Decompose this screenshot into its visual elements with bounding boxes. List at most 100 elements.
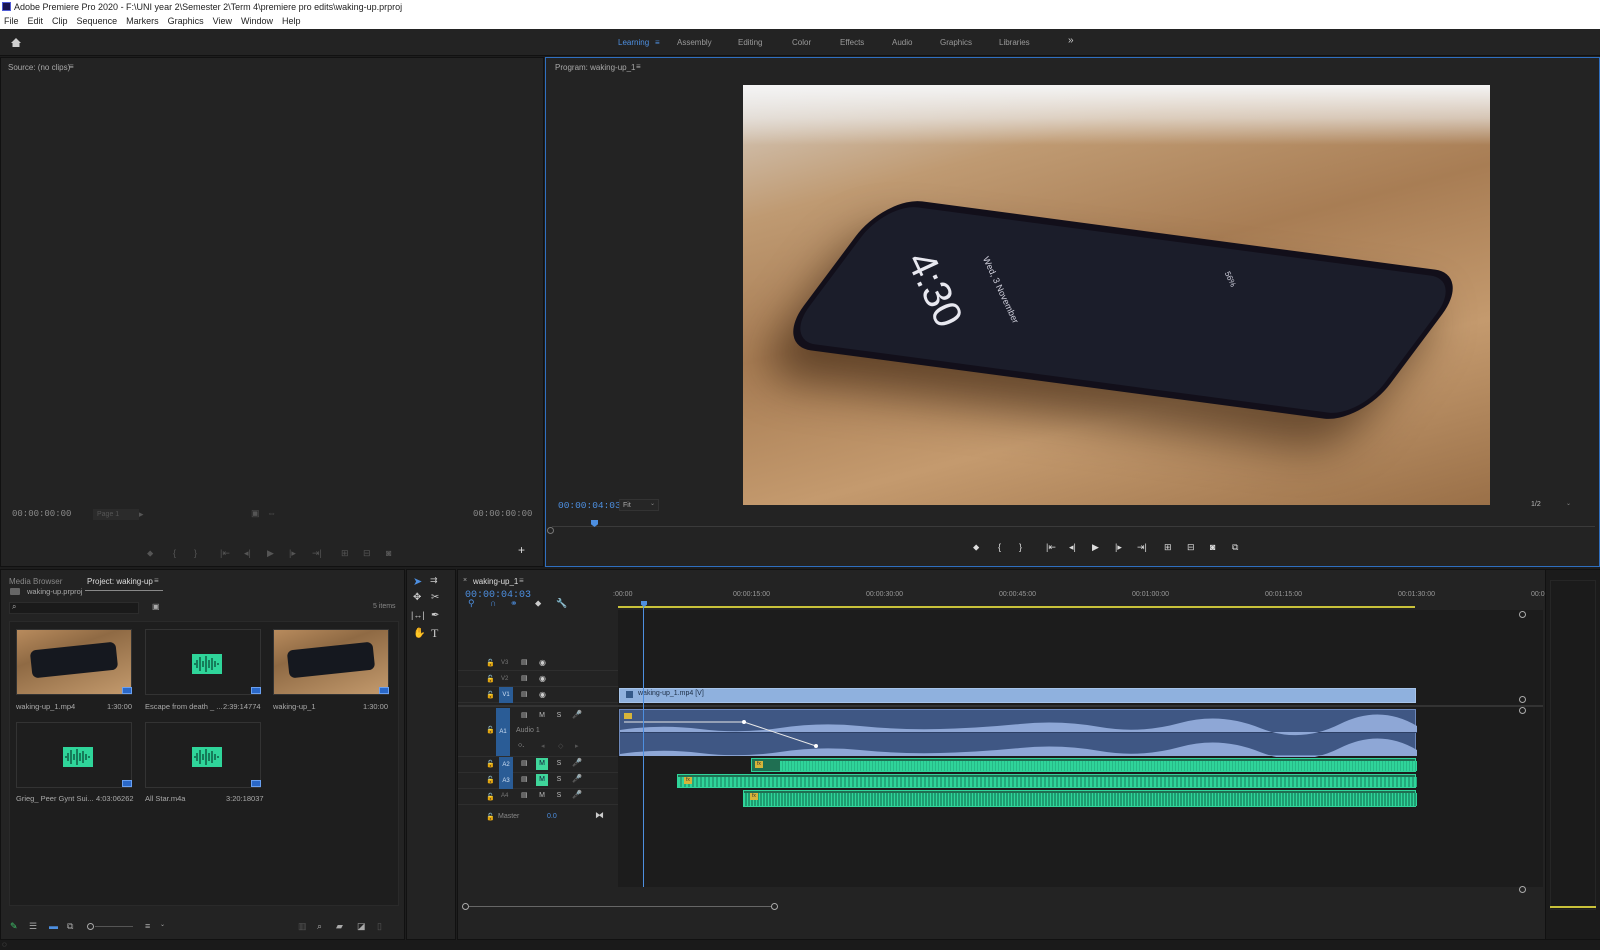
step-back-icon[interactable]: ◂| (1069, 542, 1076, 552)
source-panel-menu-icon[interactable]: ≡ (69, 62, 74, 71)
selection-tool-icon[interactable]: ➤ (413, 575, 422, 588)
voiceover-mic-icon[interactable]: 🎤 (572, 758, 582, 767)
mark-out-icon[interactable]: } (1019, 542, 1022, 552)
timeline-close-icon[interactable]: × (463, 577, 467, 584)
hand-tool-icon[interactable]: ✋ (413, 628, 425, 639)
program-panel-menu-icon[interactable]: ≡ (636, 62, 641, 71)
comparison-view-icon[interactable]: ⧉ (1232, 542, 1238, 552)
video-audio-divider[interactable] (458, 705, 1543, 707)
prev-keyframe-icon[interactable]: ◂ (541, 742, 545, 750)
lock-icon[interactable]: 🔓 (486, 691, 495, 699)
program-timecode[interactable]: 00:00:04:03 (558, 500, 621, 511)
workspace-tab-audio[interactable]: Audio (892, 38, 912, 47)
menu-clip[interactable]: Clip (52, 14, 68, 29)
vertical-scroll-handle[interactable] (1519, 696, 1526, 703)
timeline-horizontal-scrollbar[interactable] (469, 906, 771, 907)
add-marker-icon[interactable]: ⬥ (535, 598, 541, 608)
more-workspaces-icon[interactable]: » (1068, 35, 1074, 46)
pencil-write-icon[interactable]: ✎ (10, 921, 18, 932)
clear-icon[interactable]: ▯ (377, 921, 382, 932)
source-page-select[interactable]: Page 1 (93, 509, 139, 520)
menu-graphics[interactable]: Graphics (168, 14, 204, 29)
workspace-tab-color[interactable]: Color (792, 38, 811, 47)
razor-tool-icon[interactable]: ✂ (431, 592, 439, 603)
project-search-input[interactable] (9, 602, 139, 614)
tab-media-browser[interactable]: Media Browser (9, 577, 62, 586)
list-view-icon[interactable]: ☰ (29, 921, 37, 932)
go-to-in-icon[interactable]: |⇤ (1046, 542, 1056, 552)
export-frame-icon[interactable]: ◙ (1210, 542, 1215, 552)
source-overwrite-icon[interactable]: ⊟ (363, 548, 371, 558)
source-mark-in-icon[interactable]: { (173, 548, 176, 558)
linked-selection-icon[interactable]: ⚭ (510, 598, 518, 608)
step-forward-icon[interactable]: |▸ (1115, 542, 1122, 552)
nest-icon[interactable]: ⚲ (468, 598, 475, 608)
track-label-a1[interactable]: A1 (496, 708, 510, 756)
extract-icon[interactable]: ⊟ (1187, 542, 1195, 552)
ripple-edit-tool-icon[interactable]: ✥ (413, 592, 421, 603)
program-scrub-bar[interactable] (552, 526, 1595, 527)
audio-clip-a1[interactable] (619, 709, 1417, 757)
lift-icon[interactable]: ⊞ (1164, 542, 1172, 552)
timeline-playhead-line[interactable] (643, 607, 644, 887)
workspace-tab-libraries[interactable]: Libraries (999, 38, 1030, 47)
keyframe-icon[interactable]: ○. (518, 742, 524, 749)
master-volume-value[interactable]: 0.0 (547, 813, 557, 820)
track-label-a3[interactable]: A3 (499, 773, 513, 789)
audio-clip-a2[interactable]: fx (751, 758, 1417, 772)
add-marker-icon[interactable]: ⬥ (973, 542, 979, 552)
program-video-frame[interactable]: 4:30 Wed, 3 November 56% (743, 85, 1490, 505)
mute-button[interactable]: M (536, 790, 548, 802)
mute-button[interactable]: M (536, 710, 548, 722)
workspace-tab-graphics[interactable]: Graphics (940, 38, 972, 47)
audio-clip-a4[interactable]: fx (743, 790, 1417, 807)
project-item-name[interactable]: All Star.m4a (145, 794, 185, 803)
source-go-in-icon[interactable]: |⇤ (220, 548, 230, 558)
source-play-icon[interactable]: ▶ (267, 548, 274, 558)
workspace-tab-effects[interactable]: Effects (840, 38, 864, 47)
solo-button[interactable]: S (553, 710, 565, 722)
source-timecode-in[interactable]: 00:00:00:00 (12, 509, 71, 519)
track-label-a4[interactable]: A4 (501, 793, 508, 799)
timeline-panel-menu-icon[interactable]: ≡ (519, 576, 524, 585)
source-go-out-icon[interactable]: ⇥| (312, 548, 322, 558)
go-to-out-icon[interactable]: ⇥| (1137, 542, 1147, 552)
play-icon[interactable]: ▶ (1092, 542, 1099, 552)
mute-button[interactable]: M (536, 774, 548, 786)
toggle-sync-icon[interactable]: ▤ (521, 658, 528, 666)
slip-tool-icon[interactable]: |↔| (411, 610, 425, 620)
solo-button[interactable]: S (553, 790, 565, 802)
toggle-sync-icon[interactable]: ▤ (521, 775, 528, 783)
new-bin-from-search-icon[interactable]: ▣ (152, 602, 160, 611)
timeline-settings-wrench-icon[interactable]: 🔧 (556, 598, 567, 608)
track-label-v1[interactable]: V1 (499, 687, 513, 703)
tab-project[interactable]: Project: waking-up (87, 577, 153, 586)
toggle-sync-icon[interactable]: ▤ (521, 711, 528, 719)
vertical-scroll-handle[interactable] (1519, 707, 1526, 714)
freeform-view-icon[interactable]: ⧉ (67, 921, 73, 932)
lock-icon[interactable]: 🔓 (486, 813, 495, 821)
project-item-name[interactable]: Grieg_ Peer Gynt Sui... (16, 794, 94, 803)
find-icon[interactable]: ⌕ (317, 921, 322, 932)
source-step-back-icon[interactable]: ◂| (244, 548, 251, 558)
type-tool-icon[interactable]: T (431, 626, 438, 641)
workspace-tab-learning[interactable]: Learning (618, 38, 649, 47)
toggle-sync-icon[interactable]: ▤ (521, 674, 528, 682)
lock-icon[interactable]: 🔓 (486, 675, 495, 683)
timeline-tab[interactable]: waking-up_1 (473, 577, 518, 586)
project-panel-menu-icon[interactable]: ≡ (154, 576, 159, 585)
menu-markers[interactable]: Markers (126, 14, 159, 29)
toggle-sync-icon[interactable]: ▤ (521, 791, 528, 799)
work-area-bar[interactable] (618, 606, 1415, 608)
track-label-v2[interactable]: V2 (501, 676, 508, 682)
track-name-audio1[interactable]: Audio 1 (516, 727, 540, 734)
menu-help[interactable]: Help (282, 14, 301, 29)
menu-edit[interactable]: Edit (28, 14, 44, 29)
zoom-slider-track[interactable] (95, 926, 133, 927)
project-item-thumbnail[interactable] (145, 722, 261, 788)
home-icon[interactable] (10, 37, 22, 48)
project-item-name[interactable]: Escape from death _ ... (145, 702, 223, 711)
eye-icon[interactable]: ◉ (539, 658, 546, 667)
source-add-button-icon[interactable]: + (518, 544, 525, 556)
eye-icon[interactable]: ◉ (539, 690, 546, 699)
